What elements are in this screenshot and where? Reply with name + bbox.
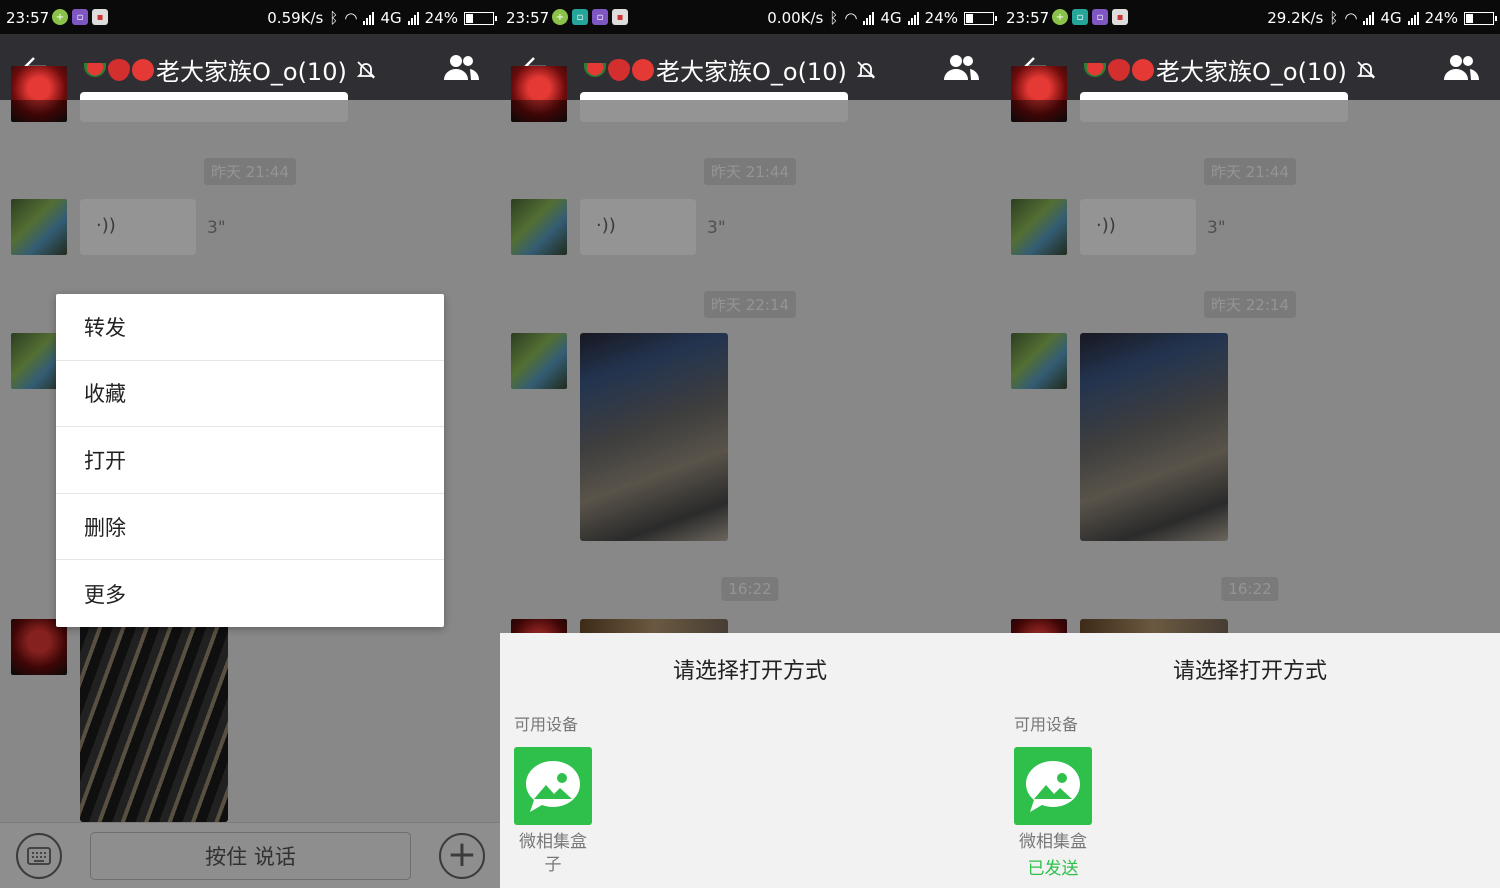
battery-percent: 24%: [924, 9, 958, 27]
group-members-icon[interactable]: [942, 52, 980, 82]
nav-bar: 老大家族O_o(10): [0, 34, 500, 100]
network-type: 4G: [1380, 9, 1402, 27]
notification-icons: + ▫ ▫ ▪: [1052, 9, 1128, 25]
group-name: 老大家族O_o(10): [156, 58, 347, 86]
nav-bar: 老大家族O_o(10): [1000, 34, 1500, 100]
watermelon-icon: [1084, 62, 1106, 77]
network-type: 4G: [380, 9, 402, 27]
status-right: 0.59K/s ᛒ ◠ 4G 24%: [267, 9, 497, 27]
chat-title: 老大家族O_o(10): [84, 52, 377, 87]
chat-title: 老大家族O_o(10): [1084, 52, 1377, 87]
signal-icon: [1363, 11, 1375, 25]
mute-bell-icon: [856, 60, 876, 79]
album-app-icon: [1026, 761, 1080, 812]
signal-icon: [863, 11, 875, 25]
app-notification-icon: +: [52, 9, 68, 25]
app-notification-icon: ▫: [1092, 9, 1108, 25]
app-notification-icon: ▫: [72, 9, 88, 25]
sheet-title: 请选择打开方式: [672, 659, 827, 684]
group-name: 老大家族O_o(10): [1156, 58, 1347, 86]
app-name: 微相集盒: [1019, 832, 1087, 852]
app-name: 微相集盒子: [519, 832, 587, 875]
network-type: 4G: [880, 9, 902, 27]
menu-item-open[interactable]: 打开: [56, 427, 444, 494]
apple-icon: [1132, 58, 1154, 81]
available-devices-label: 可用设备: [514, 715, 579, 734]
app-notification-icon: ▫: [572, 9, 588, 25]
signal-icon: [407, 11, 419, 25]
apple-icon: [132, 58, 154, 81]
wifi-icon: ◠: [844, 9, 858, 27]
app-notification-icon: ▫: [1072, 9, 1088, 25]
strawberry-icon: [108, 58, 130, 81]
battery-percent: 24%: [424, 9, 458, 27]
context-menu: 转发 收藏 打开 删除 更多: [56, 294, 444, 627]
status-bar: 23:57 + ▫ ▫ ▪ 29.2K/s ᛒ ◠ 4G 24%: [1000, 0, 1500, 34]
bluetooth-icon: ᛒ: [829, 9, 839, 27]
battery-percent: 24%: [1424, 9, 1458, 27]
battery-icon: [464, 11, 497, 25]
menu-item-delete[interactable]: 删除: [56, 494, 444, 561]
net-speed: 0.59K/s: [267, 9, 324, 27]
chat-title: 老大家族O_o(10): [584, 52, 877, 87]
open-with-sheet: 请选择打开方式 可用设备 微相集盒子: [500, 633, 1000, 888]
bluetooth-icon: ᛒ: [1329, 9, 1339, 27]
status-time: 23:57: [6, 9, 50, 27]
dim-overlay[interactable]: [500, 100, 1000, 633]
sheet-title: 请选择打开方式: [1172, 659, 1327, 684]
watermelon-icon: [84, 62, 106, 77]
bluetooth-icon: ᛒ: [329, 9, 339, 27]
signal-icon: [363, 11, 375, 25]
group-name: 老大家族O_o(10): [656, 58, 847, 86]
menu-item-more[interactable]: 更多: [56, 560, 444, 627]
app-notification-icon: +: [1052, 9, 1068, 25]
status-time: 23:57: [506, 9, 550, 27]
wifi-icon: ◠: [344, 9, 358, 27]
mute-bell-icon: [356, 60, 376, 79]
screen-sent: 23:57 + ▫ ▫ ▪ 29.2K/s ᛒ ◠ 4G 24% 老大家族O_o…: [1000, 0, 1500, 888]
screen-open-with: 23:57 + ▫ ▫ ▪ 0.00K/s ᛒ ◠ 4G 24% 老大家族O_o…: [500, 0, 1000, 888]
signal-icon: [907, 11, 919, 25]
gallery-notification-icon: ▪: [1112, 9, 1128, 25]
app-notification-icon: ▫: [592, 9, 608, 25]
wifi-icon: ◠: [1344, 9, 1358, 27]
gallery-notification-icon: ▪: [92, 9, 108, 25]
watermelon-icon: [584, 62, 606, 77]
open-with-sheet: 请选择打开方式 可用设备 微相集盒 已发送: [1000, 633, 1500, 888]
screen-context-menu: 23:57 + ▫ ▪ 0.59K/s ᛒ ◠ 4G 24% 老大家族O_o(1…: [0, 0, 500, 888]
notification-icons: + ▫ ▫ ▪: [552, 9, 628, 25]
group-members-icon[interactable]: [442, 52, 480, 82]
sent-status: 已发送: [1027, 859, 1079, 879]
signal-icon: [1407, 11, 1419, 25]
available-devices-label: 可用设备: [1014, 715, 1079, 734]
gallery-notification-icon: ▪: [612, 9, 628, 25]
notification-icons: + ▫ ▪: [52, 9, 108, 25]
group-members-icon[interactable]: [1442, 52, 1480, 82]
app-notification-icon: +: [552, 9, 568, 25]
mute-bell-icon: [1356, 60, 1376, 79]
apple-icon: [632, 58, 654, 81]
status-time: 23:57: [1006, 9, 1050, 27]
menu-item-favorite[interactable]: 收藏: [56, 361, 444, 428]
nav-bar: 老大家族O_o(10): [500, 34, 1000, 100]
status-right: 0.00K/s ᛒ ◠ 4G 24%: [767, 9, 997, 27]
net-speed: 29.2K/s: [1267, 9, 1324, 27]
battery-icon: [1464, 11, 1497, 25]
net-speed: 0.00K/s: [767, 9, 824, 27]
app-option-button[interactable]: [514, 747, 592, 825]
strawberry-icon: [1108, 58, 1130, 81]
status-bar: 23:57 + ▫ ▪ 0.59K/s ᛒ ◠ 4G 24%: [0, 0, 500, 34]
app-option-button[interactable]: [1014, 747, 1092, 825]
menu-item-forward[interactable]: 转发: [56, 294, 444, 361]
battery-icon: [964, 11, 997, 25]
status-bar: 23:57 + ▫ ▫ ▪ 0.00K/s ᛒ ◠ 4G 24%: [500, 0, 1000, 34]
dim-overlay[interactable]: [1000, 100, 1500, 633]
status-right: 29.2K/s ᛒ ◠ 4G 24%: [1267, 9, 1497, 27]
strawberry-icon: [608, 58, 630, 81]
album-app-icon: [526, 761, 580, 812]
